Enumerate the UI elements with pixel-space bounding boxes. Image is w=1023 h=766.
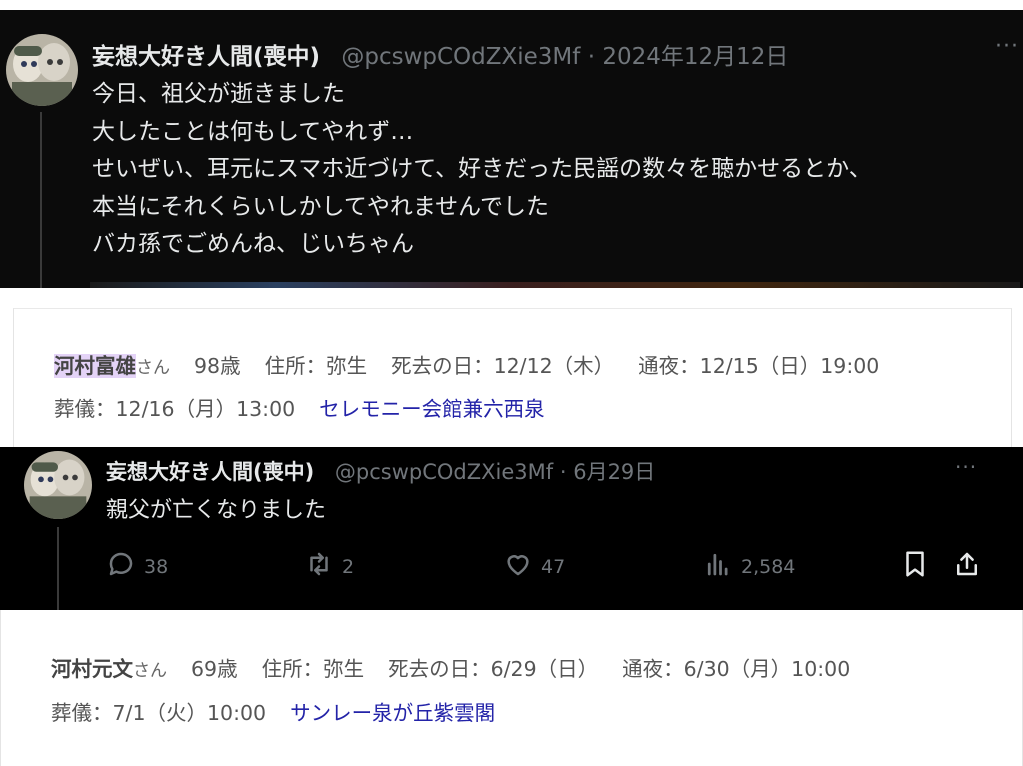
- top-divider: [0, 0, 1023, 10]
- action-bar: 38 2 47 2,584: [0, 549, 1023, 583]
- share-button[interactable]: [952, 549, 982, 584]
- share-icon: [952, 549, 982, 584]
- reply-count: 38: [144, 555, 169, 578]
- handle[interactable]: @pcswpCOdZXie3Mf: [335, 460, 553, 484]
- obituary-card-2: 河村元文さん 69歳 住所：弥生 死去の日：6/29（日） 通夜：6/30（月）10:0…: [0, 610, 1023, 766]
- tweet-date[interactable]: 2024年12月12日: [602, 44, 788, 70]
- tweet-text-line: 今日、祖父が逝きました: [92, 81, 345, 107]
- avatar[interactable]: [6, 34, 78, 106]
- age: 98歳: [194, 354, 241, 378]
- more-options-icon[interactable]: ···: [955, 455, 977, 479]
- tweet-1: 妄想大好き人間(喪中) @pcswpCOdZXie3Mf · 2024年12月1…: [0, 0, 1023, 288]
- address: 住所：弥生: [261, 657, 365, 681]
- honorific: さん: [133, 661, 167, 681]
- heart-icon: [503, 549, 533, 584]
- retweet-count: 2: [342, 555, 355, 578]
- more-options-icon[interactable]: ···: [995, 34, 1019, 59]
- views-button[interactable]: 2,584: [703, 549, 795, 584]
- separator-dot: ·: [587, 44, 595, 70]
- like-count: 47: [541, 555, 566, 578]
- display-name[interactable]: 妄想大好き人間(喪中): [106, 460, 314, 484]
- tweet-2: 妄想大好き人間(喪中) @pcswpCOdZXie3Mf · 6月29日 ···…: [0, 447, 1023, 610]
- views-icon: [703, 549, 733, 584]
- tweet-date[interactable]: 6月29日: [573, 460, 655, 484]
- honorific: さん: [136, 358, 170, 378]
- bookmark-icon: [900, 549, 930, 584]
- age: 69歳: [191, 657, 238, 681]
- thread-line: [40, 112, 42, 288]
- tweet-text-line: 本当にそれくらいしかしてやれませんでした: [92, 193, 550, 220]
- avatar[interactable]: [24, 451, 92, 519]
- obituary-line-2: 葬儀：12/16（月）13:00 セレモニー会館兼六西泉: [54, 392, 545, 422]
- tweet-text-line: せいぜい、耳元にスマホ近づけて、好きだった民謡の数々を聴かせるとか、: [92, 156, 872, 182]
- tweet-header: 妄想大好き人間(喪中) @pcswpCOdZXie3Mf · 2024年12月1…: [92, 37, 788, 71]
- separator-dot: ·: [559, 460, 567, 484]
- deceased-name: 河村元文: [51, 657, 133, 681]
- tweet-text-line: バカ孫でごめんね、じいちゃん: [92, 231, 414, 257]
- obituary-card-1: 河村富雄さん 98歳 住所：弥生 死去の日：12/12（木） 通夜：12/15（日）19…: [13, 308, 1012, 448]
- bookmark-button[interactable]: [900, 549, 930, 584]
- like-button[interactable]: 47: [503, 549, 565, 584]
- tweet-header: 妄想大好き人間(喪中) @pcswpCOdZXie3Mf · 6月29日: [106, 456, 655, 486]
- funeral-time: 葬儀：12/16（月）13:00: [54, 397, 296, 421]
- funeral-time: 葬儀：7/1（火）10:00: [51, 701, 267, 725]
- obituary-line-2: 葬儀：7/1（火）10:00 サンレー泉が丘紫雲閣: [51, 696, 495, 726]
- death-date: 死去の日：6/29（日）: [388, 657, 599, 681]
- reply-button[interactable]: 38: [106, 549, 168, 584]
- tweet-text: 今日、祖父が逝きました 大したことは何もしてやれず… せいぜい、耳元にスマホ近づ…: [92, 76, 872, 264]
- address: 住所：弥生: [264, 354, 368, 378]
- retweet-button[interactable]: 2: [304, 549, 354, 584]
- wake-time: 通夜：6/30（月）10:00: [622, 657, 851, 681]
- media-preview-edge[interactable]: [90, 282, 1020, 288]
- display-name[interactable]: 妄想大好き人間(喪中): [92, 44, 320, 70]
- obituary-line-1: 河村元文さん 69歳 住所：弥生 死去の日：6/29（日） 通夜：6/30（月）10:0…: [51, 652, 850, 682]
- wake-time: 通夜：12/15（日）19:00: [638, 354, 880, 378]
- venue-link[interactable]: セレモニー会館兼六西泉: [319, 397, 545, 421]
- reply-icon: [106, 549, 136, 584]
- tweet-text: 親父が亡くなりました: [106, 498, 327, 523]
- obituary-line-1: 河村富雄さん 98歳 住所：弥生 死去の日：12/12（木） 通夜：12/15（日）19…: [54, 349, 879, 379]
- death-date: 死去の日：12/12（木）: [391, 354, 615, 378]
- retweet-icon: [304, 549, 334, 584]
- view-count: 2,584: [741, 555, 796, 578]
- handle[interactable]: @pcswpCOdZXie3Mf: [341, 44, 580, 70]
- deceased-name: 河村富雄: [54, 354, 136, 378]
- venue-link[interactable]: サンレー泉が丘紫雲閣: [290, 701, 495, 725]
- tweet-text-line: 大したことは何もしてやれず…: [92, 118, 414, 145]
